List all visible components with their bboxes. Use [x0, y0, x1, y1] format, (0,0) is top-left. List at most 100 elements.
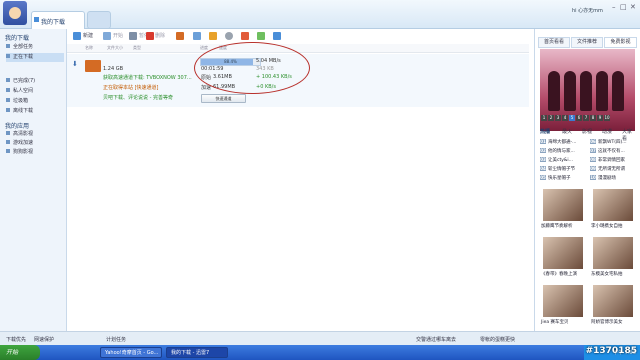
banner-page-button[interactable]: 3 [555, 115, 561, 121]
status-news-2[interactable]: 零帐的蛋糕更快 [480, 336, 515, 343]
column-size[interactable]: 文件大小 [107, 45, 123, 51]
column-type[interactable]: 类型 [133, 45, 141, 51]
video-thumbnail[interactable] [543, 285, 583, 317]
subtab-hot[interactable]: 热播 [540, 128, 550, 135]
list-subtabs: 热播 最火 影视 动漫 大家看 [540, 128, 636, 142]
banner-page-button[interactable]: 9 [597, 115, 603, 121]
list-item[interactable]: 08 非常调情回家 [590, 157, 625, 163]
layout-icon[interactable] [273, 32, 281, 40]
user-label[interactable]: hi 心亦无mm [572, 7, 603, 14]
sidebar-item-label: 私人空间 [13, 88, 34, 94]
list-item[interactable]: 03 让美cty&i... [540, 157, 573, 163]
delete-button[interactable]: 删除 [155, 32, 165, 39]
sidebar-app-game[interactable]: 游戏加速 [6, 139, 64, 148]
minimize-icon[interactable]: – [612, 3, 616, 11]
banner-page-button[interactable]: 10 [604, 115, 610, 121]
task-line-3[interactable]: 贝吧下载、评论说说 - 完善等奇 [103, 94, 173, 101]
rank-badge: 04 [540, 166, 546, 171]
video-icon[interactable] [241, 32, 249, 40]
video-thumbnail[interactable] [593, 237, 633, 269]
list-item[interactable]: 05 快乐星帽子 [540, 175, 571, 181]
subtab-anime[interactable]: 动漫 [602, 128, 612, 135]
list-item[interactable]: 02 他的情与家... [540, 148, 575, 154]
video-thumbnail[interactable] [543, 237, 583, 269]
banner-page-button[interactable]: 4 [562, 115, 568, 121]
download-icon [6, 54, 10, 58]
app-logo-icon[interactable] [3, 1, 27, 25]
apps-grid-button[interactable] [87, 11, 111, 29]
folder-open-icon[interactable] [176, 32, 184, 40]
banner-page-button[interactable]: 1 [541, 115, 547, 121]
sidebar-item-completed[interactable]: 已完成(7) [6, 77, 64, 86]
video-caption[interactable]: 阿娇官博示美女 [591, 319, 623, 325]
list-item[interactable]: 07 这就不仅有... [590, 148, 625, 154]
cloud-icon [6, 108, 10, 112]
maximize-icon[interactable]: □ [620, 3, 627, 11]
list-item-title: 海绵大都通-... [548, 140, 577, 145]
status-news-1[interactable]: 交警通过哪车离去 [416, 336, 456, 343]
lightning-icon[interactable] [209, 32, 217, 40]
play-icon[interactable] [103, 32, 111, 40]
start-button[interactable]: 开始 [0, 345, 40, 360]
status-schedule[interactable]: 计划任务 [106, 336, 126, 343]
video-thumbnail[interactable] [543, 189, 583, 221]
banner-page-button[interactable]: 6 [576, 115, 582, 121]
gear-icon[interactable] [225, 32, 233, 40]
sidebar-item-private[interactable]: 私人空间 [6, 87, 64, 96]
figure-icon [564, 71, 576, 111]
tab-file-recommend[interactable]: 文件推荐 [571, 37, 603, 48]
banner-page-button[interactable]: 2 [548, 115, 554, 121]
list-item[interactable]: 06 新飘WT(四)... [590, 139, 627, 145]
rank-badge: 01 [540, 139, 546, 144]
list-item-title: 他的情与家... [548, 149, 575, 154]
subtab-top[interactable]: 最火 [562, 128, 572, 135]
delete-icon[interactable] [146, 32, 154, 40]
new-task-icon[interactable] [73, 32, 81, 40]
column-name[interactable]: 名称 [85, 45, 93, 51]
sidebar-item-offline[interactable]: 离线下载 [6, 107, 64, 116]
list-item-title: 非常调情回家 [598, 158, 625, 163]
video-caption[interactable]: 东模美女宅私拍 [591, 271, 623, 277]
sidebar-item-label: 垃圾箱 [13, 98, 29, 104]
film-icon [6, 131, 10, 135]
video-caption[interactable]: 加藤鹰节奏解析 [541, 223, 573, 229]
video-caption[interactable]: 李小璐携女自拍 [591, 223, 623, 229]
close-icon[interactable]: ✕ [630, 3, 636, 11]
taskbar-item-thunder[interactable]: 我的下载 - 迅雷7 [166, 347, 228, 358]
list-item[interactable]: 10 漫漫剧场 [590, 175, 616, 181]
rank-badge: 08 [590, 157, 596, 162]
status-priority[interactable]: 下载优先 [6, 336, 26, 343]
column-progress[interactable]: 进度 [200, 45, 208, 51]
status-protect[interactable]: 网速保护 [34, 336, 54, 343]
banner-page-button[interactable]: 8 [590, 115, 596, 121]
list-item[interactable]: 09 无所谓无所谓 [590, 166, 625, 172]
start-button[interactable]: 开始 [113, 32, 123, 39]
sidebar-item-downloading[interactable]: 正在下载 [6, 53, 64, 62]
video-thumbnail[interactable] [593, 285, 633, 317]
video-caption[interactable]: 《春带》春晚上演 [541, 271, 577, 277]
tab-my-downloads[interactable]: 我的下载 [31, 11, 85, 29]
taskbar-item-browser[interactable]: Yahoo!奇摩首页 - Go... [100, 347, 162, 358]
sidebar-app-gougou[interactable]: 狗狗影视 [6, 148, 64, 157]
sidebar-app-hd-video[interactable]: 高清影视 [6, 130, 64, 139]
video-caption[interactable]: Jiea 赛车宝贝 [541, 319, 569, 325]
pause-icon[interactable] [129, 32, 137, 40]
sidebar-item-all[interactable]: 全部任务 [6, 43, 64, 52]
sidebar-item-label: 正在下载 [13, 54, 34, 60]
list-item[interactable]: 01 海绵大都通-... [540, 139, 576, 145]
list-item[interactable]: 04 斩尘情帽子节 [540, 166, 575, 172]
speed-channel-button[interactable]: 快速通道 [201, 94, 246, 103]
list-icon[interactable] [193, 32, 201, 40]
annotation-ellipse [194, 42, 310, 94]
figure-icon [596, 71, 608, 111]
tab-free-video[interactable]: 免费影视 [604, 37, 637, 48]
new-button[interactable]: 新建 [83, 32, 93, 39]
subtab-film[interactable]: 影视 [582, 128, 592, 135]
list-item-title: 无所谓无所谓 [598, 167, 625, 172]
sidebar-item-trash[interactable]: 垃圾箱 [6, 97, 64, 106]
video-thumbnail[interactable] [593, 189, 633, 221]
banner-page-button[interactable]: 5 [569, 115, 575, 121]
banner-page-button[interactable]: 7 [583, 115, 589, 121]
share-icon[interactable] [257, 32, 265, 40]
tab-home[interactable]: 首页看看 [538, 37, 570, 48]
